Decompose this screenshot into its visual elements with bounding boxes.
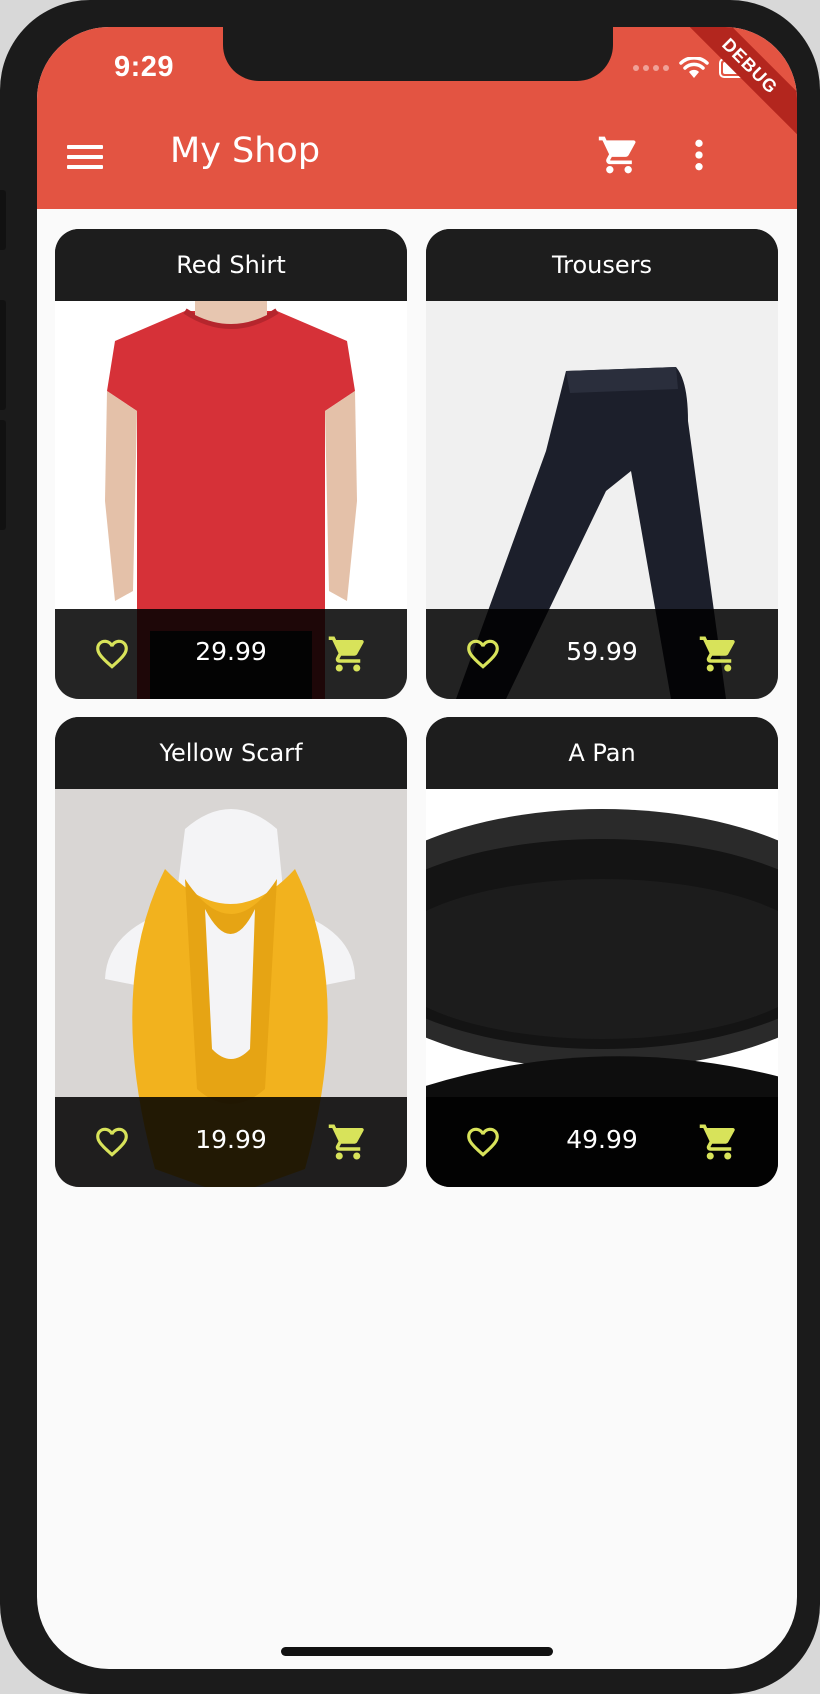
debug-banner: DEBUG bbox=[677, 27, 797, 147]
cellular-signal-icon bbox=[633, 65, 669, 71]
shopping-cart-icon[interactable] bbox=[597, 133, 641, 177]
notch bbox=[223, 27, 613, 81]
product-footer: 49.99 bbox=[426, 1097, 778, 1187]
side-button bbox=[0, 190, 6, 250]
product-footer: 29.99 bbox=[55, 609, 407, 699]
product-footer: 59.99 bbox=[426, 609, 778, 699]
add-to-cart-icon[interactable] bbox=[698, 633, 740, 675]
product-title: Trousers bbox=[426, 229, 778, 301]
add-to-cart-icon[interactable] bbox=[698, 1121, 740, 1163]
menu-icon[interactable] bbox=[67, 145, 103, 169]
status-time: 9:29 bbox=[113, 51, 175, 83]
debug-banner-label: DEBUG bbox=[677, 27, 797, 144]
page-title: My Shop bbox=[170, 131, 321, 171]
product-footer: 19.99 bbox=[55, 1097, 407, 1187]
side-button bbox=[0, 420, 6, 530]
product-card[interactable]: Red Shirt 29.99 bbox=[55, 229, 407, 699]
product-title: A Pan bbox=[426, 717, 778, 789]
app-bar: 9:29 DEBUG My Shop bbox=[37, 27, 797, 209]
home-indicator[interactable] bbox=[281, 1647, 553, 1656]
product-card[interactable]: A Pan 49.99 bbox=[426, 717, 778, 1187]
phone-frame: 9:29 DEBUG My Shop Red Shirt 29.99 Trous… bbox=[0, 0, 820, 1694]
product-title: Red Shirt bbox=[55, 229, 407, 301]
product-card[interactable]: Yellow Scarf 19.99 bbox=[55, 717, 407, 1187]
add-to-cart-icon[interactable] bbox=[327, 1121, 369, 1163]
product-card[interactable]: Trousers 59.99 bbox=[426, 229, 778, 699]
product-title: Yellow Scarf bbox=[55, 717, 407, 789]
more-vert-icon[interactable] bbox=[679, 133, 719, 177]
side-button bbox=[0, 300, 6, 410]
screen: 9:29 DEBUG My Shop Red Shirt 29.99 Trous… bbox=[37, 27, 797, 1669]
add-to-cart-icon[interactable] bbox=[327, 633, 369, 675]
